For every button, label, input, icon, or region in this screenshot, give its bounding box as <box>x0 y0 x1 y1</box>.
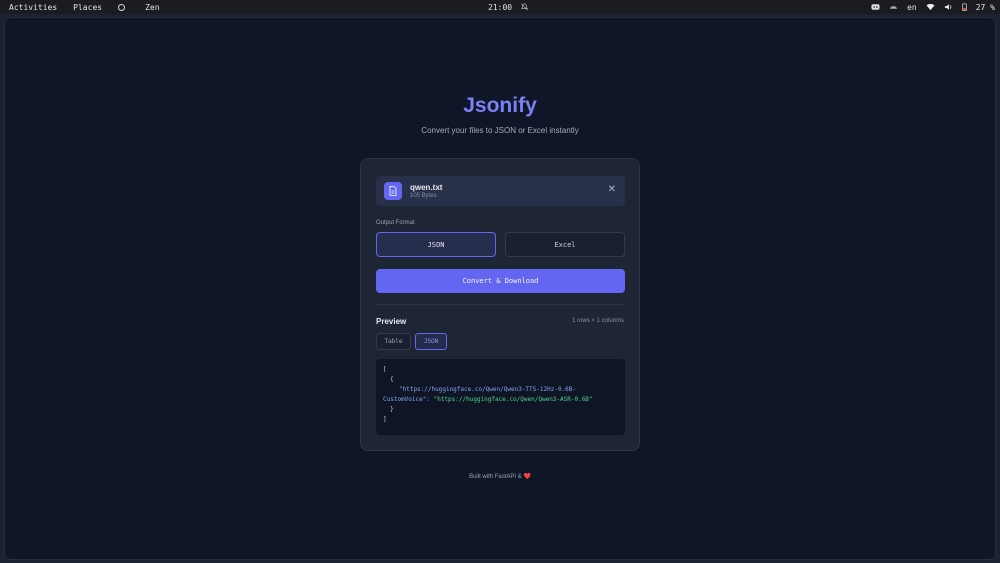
format-json-button[interactable]: JSON <box>376 232 496 257</box>
file-name: qwen.txt <box>410 183 443 192</box>
keyboard-layout[interactable]: en <box>907 3 917 12</box>
code-line: { <box>390 376 394 383</box>
tab-json[interactable]: JSON <box>415 333 447 350</box>
preview-title: Preview <box>376 317 407 326</box>
app-title: Jsonify <box>463 94 537 117</box>
json-preview: [ { "https://huggingface.co/Qwen/Qwen3-T… <box>376 359 625 435</box>
file-size: 105 Bytes <box>410 193 437 199</box>
weather-icon[interactable] <box>889 3 898 11</box>
code-line: CustomVoice": "https://huggingface.co/Qw… <box>383 395 618 405</box>
battery-percent: 27 % <box>975 2 995 12</box>
notifications-off-icon <box>521 3 529 11</box>
code-line: } <box>390 406 394 413</box>
code-value: "https://huggingface.co/Qwen/Qwen3-ASR-0… <box>433 396 593 403</box>
code-key-cont: CustomVoice": <box>383 396 430 403</box>
wifi-icon[interactable] <box>926 3 935 11</box>
volume-icon[interactable] <box>944 3 953 11</box>
output-format-label: Output Format <box>376 220 415 226</box>
selected-file: qwen.txt 105 Bytes ✕ <box>376 176 625 206</box>
clock: 21:00 <box>488 2 513 12</box>
code-line: ] <box>383 416 387 423</box>
zen-icon <box>118 3 126 11</box>
format-excel-button[interactable]: Excel <box>505 232 625 257</box>
divider <box>376 304 625 305</box>
tab-table[interactable]: Table <box>376 333 411 350</box>
converter-card: qwen.txt 105 Bytes ✕ Output Format JSON … <box>360 158 640 451</box>
preview-dimensions: 1 rows × 1 columns <box>572 318 624 324</box>
code-line: [ <box>383 366 387 373</box>
code-key: "https://huggingface.co/Qwen/Qwen3-TTS-1… <box>399 386 577 393</box>
app-menu[interactable]: Zen <box>118 3 175 12</box>
footer: Built with FastAPI & ❤️ <box>0 473 1000 480</box>
close-icon[interactable]: ✕ <box>608 184 616 196</box>
footer-text: Built with FastAPI & <box>469 474 524 480</box>
system-topbar: Activities Places Zen 21:00 en 27 % <box>0 0 1000 14</box>
clock-area[interactable]: 21:00 <box>488 0 529 14</box>
activities-button[interactable]: Activities <box>9 3 57 12</box>
heart-icon: ❤️ <box>523 474 531 480</box>
file-icon <box>384 182 402 200</box>
app-subtitle: Convert your files to JSON or Excel inst… <box>421 126 579 135</box>
app-menu-label: Zen <box>145 2 160 12</box>
battery-icon[interactable] <box>962 3 967 11</box>
places-menu[interactable]: Places <box>73 3 102 12</box>
discord-icon[interactable] <box>871 3 880 11</box>
convert-download-button[interactable]: Convert & Download <box>376 269 625 293</box>
